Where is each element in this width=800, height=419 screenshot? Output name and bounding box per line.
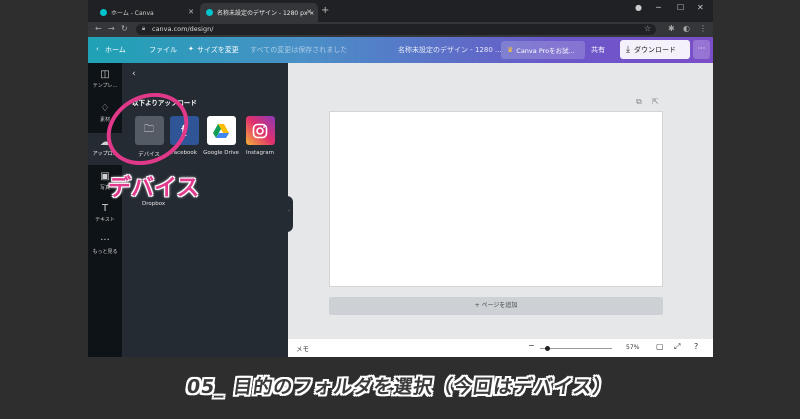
minimize-button[interactable]: ─ xyxy=(656,3,661,12)
url-text: canva.com/design/ xyxy=(152,25,214,33)
tab-bar: ホーム - Canva ✕ 名称未設定のデザイン - 1280 px × ✕ +… xyxy=(88,0,713,22)
rail-item-more[interactable]: ··· もっと見る xyxy=(88,235,122,255)
pro-button-label: Canva Proをお試... xyxy=(516,47,575,55)
source-instagram[interactable]: Instagram xyxy=(244,116,276,156)
editor-header: ‹ ホーム ファイル ✦ サイズを変更 すべての変更は保存されました 名称未設定… xyxy=(88,37,713,63)
resize-icon: ✦ xyxy=(188,45,194,53)
rail-item-templates[interactable]: ◫ テンプレ... xyxy=(88,69,122,89)
panel-back-button[interactable]: ‹ xyxy=(132,69,136,79)
screenshot-root: ホーム - Canva ✕ 名称未設定のデザイン - 1280 px × ✕ +… xyxy=(0,0,800,419)
tab-title: ホーム - Canva xyxy=(111,10,154,17)
step-caption: 05_ 目的のフォルダを選択（今回はデバイス） xyxy=(185,376,615,398)
rail-item-label: アップロ... xyxy=(92,151,118,157)
home-button[interactable]: ホーム xyxy=(105,45,126,55)
duplicate-page-icon[interactable]: ⧉ xyxy=(636,97,642,107)
highlight-label: デバイス xyxy=(108,175,200,201)
source-label: Facebook xyxy=(171,150,197,156)
rail-item-text[interactable]: T テキスト xyxy=(88,203,122,223)
resize-button[interactable]: サイズを変更 xyxy=(197,45,239,55)
facebook-icon: f xyxy=(169,116,199,145)
chevron-left-icon: ‹ xyxy=(288,208,290,214)
crown-icon: ♛ xyxy=(507,46,514,54)
lock-icon: 🔒︎ xyxy=(142,25,146,32)
forward-arrow-icon[interactable]: → xyxy=(108,24,115,33)
template-icon: ◫ xyxy=(100,69,110,80)
zoom-slider[interactable] xyxy=(540,348,612,349)
more-icon: ··· xyxy=(100,235,110,246)
close-window-button[interactable]: ✕ xyxy=(697,3,704,12)
rail-item-uploads[interactable]: ☁ アップロ... xyxy=(88,133,122,165)
bottom-bar: メモ − 57% ▢ ⤢ ? xyxy=(288,339,713,357)
new-tab-button[interactable]: + xyxy=(321,5,329,16)
panel-collapse-handle[interactable]: ‹ xyxy=(287,196,293,232)
side-rail: ◫ テンプレ... ♢ 素材 ☁ アップロ... ▣ 写真 T テキスト ···… xyxy=(88,63,122,357)
chevron-left-icon[interactable]: ‹ xyxy=(96,45,99,53)
page-count-icon[interactable]: ▢ xyxy=(656,342,664,351)
source-label: デバイス xyxy=(138,152,160,158)
address-bar-row: ← → ↻ 🔒︎ canva.com/design/ ☆ ✱ ◐ ⋮ xyxy=(88,22,713,37)
add-page-button[interactable]: + ページを追加 xyxy=(329,297,663,315)
kebab-menu-icon[interactable]: ⋮ xyxy=(699,24,707,33)
document-title[interactable]: 名称未設定のデザイン - 1280 ... xyxy=(398,45,502,55)
bookmark-star-icon[interactable]: ☆ xyxy=(644,24,651,33)
more-options-button[interactable]: ··· xyxy=(693,40,710,59)
canva-favicon-icon xyxy=(100,9,107,16)
source-device[interactable]: 🗀︎ デバイス xyxy=(133,116,165,158)
help-icon[interactable]: ? xyxy=(694,342,698,351)
upload-icon: ☁ xyxy=(100,137,110,148)
download-button[interactable]: ⤓ ダウンロード xyxy=(620,40,690,59)
upload-panel: ‹ 以下よりアップロード 🗀︎ デバイス f Facebook Google D… xyxy=(122,63,288,357)
avatar[interactable]: ◐ xyxy=(683,24,690,33)
google-drive-icon xyxy=(206,116,236,145)
source-facebook[interactable]: f Facebook xyxy=(168,116,200,156)
canvas-area: ⧉ ⇱ + ページを追加 xyxy=(288,63,713,339)
rail-item-label: テキスト xyxy=(95,217,115,223)
text-icon: T xyxy=(101,203,109,214)
source-label: Google Drive xyxy=(203,150,239,156)
folder-icon: 🗀︎ xyxy=(134,116,164,145)
maximize-button[interactable]: ☐ xyxy=(677,3,684,12)
download-icon: ⤓ xyxy=(626,44,630,55)
file-menu-button[interactable]: ファイル xyxy=(149,45,177,55)
source-google-drive[interactable]: Google Drive xyxy=(201,116,241,156)
fullscreen-icon[interactable]: ⤢ xyxy=(674,342,680,352)
design-page[interactable] xyxy=(329,111,663,287)
elements-icon: ♢ xyxy=(100,103,110,114)
add-page-icon[interactable]: ⇱ xyxy=(652,97,659,106)
instagram-icon xyxy=(245,116,275,145)
canva-pro-button[interactable]: ♛ Canva Proをお試... xyxy=(501,41,585,59)
rail-item-label: 素材 xyxy=(99,117,110,123)
zoom-slider-thumb[interactable] xyxy=(544,346,550,351)
rail-item-label: もっと見る xyxy=(92,249,118,255)
source-label: Instagram xyxy=(246,150,274,156)
tab-home[interactable]: ホーム - Canva ✕ xyxy=(94,3,200,22)
close-tab-icon[interactable]: ✕ xyxy=(188,8,194,16)
zoom-level[interactable]: 57% xyxy=(626,344,639,351)
tab-design[interactable]: 名称未設定のデザイン - 1280 px × ✕ xyxy=(200,3,318,22)
rail-item-elements[interactable]: ♢ 素材 xyxy=(88,103,122,123)
profile-icon[interactable]: ● xyxy=(635,3,642,12)
panel-title: 以下よりアップロード xyxy=(132,99,197,107)
share-button[interactable]: 共有 xyxy=(591,45,605,55)
download-label: ダウンロード xyxy=(633,45,676,54)
extensions-icon[interactable]: ✱ xyxy=(668,24,675,33)
reload-icon[interactable]: ↻ xyxy=(121,24,128,33)
notes-button[interactable]: メモ xyxy=(296,343,309,353)
zoom-out-icon[interactable]: − xyxy=(528,341,535,350)
rail-item-label: テンプレ... xyxy=(92,83,118,89)
close-tab-icon[interactable]: ✕ xyxy=(306,8,312,16)
tab-title: 名称未設定のデザイン - 1280 px × xyxy=(217,10,315,17)
url-field[interactable]: 🔒︎ canva.com/design/ ☆ xyxy=(136,24,656,35)
save-status: すべての変更は保存されました xyxy=(250,46,348,54)
back-arrow-icon[interactable]: ← xyxy=(95,24,102,33)
canva-favicon-icon xyxy=(206,9,213,16)
